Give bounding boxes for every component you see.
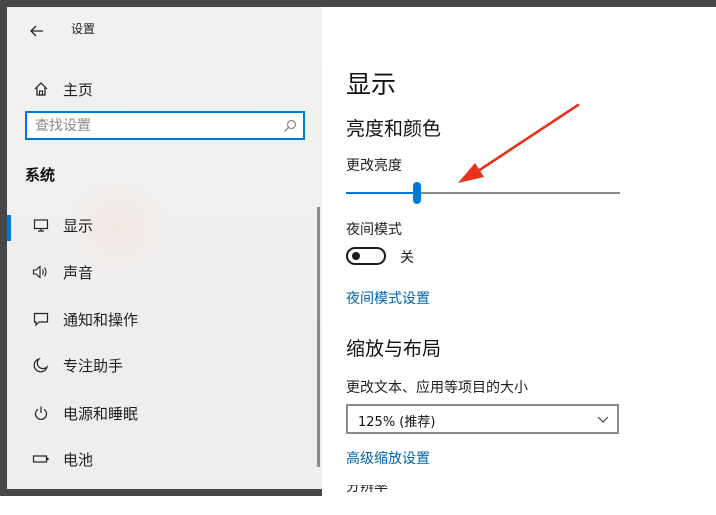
scale-dropdown-value: 125% (推荐) bbox=[358, 415, 436, 430]
search-icon[interactable] bbox=[283, 119, 297, 133]
home-icon bbox=[32, 80, 50, 98]
sidebar: 设置 主页 系统 bbox=[7, 7, 322, 489]
main-content: 显示 亮度和颜色 更改亮度 夜间模式 关 夜间模式设置 缩放与布局 更改文本、应… bbox=[322, 7, 716, 515]
moon-icon bbox=[32, 356, 50, 374]
brightness-slider-label: 更改亮度 bbox=[346, 158, 402, 174]
sidebar-item-label: 通知和操作 bbox=[63, 311, 139, 329]
page-title: 显示 bbox=[346, 70, 397, 99]
settings-window: 设置 主页 系统 bbox=[0, 0, 716, 515]
notification-icon bbox=[32, 310, 50, 328]
window-frame-bottom bbox=[0, 489, 322, 496]
sidebar-item-label: 声音 bbox=[63, 264, 94, 282]
night-light-settings-link[interactable]: 夜间模式设置 bbox=[346, 288, 430, 308]
scale-label: 更改文本、应用等项目的大小 bbox=[346, 380, 528, 396]
chevron-down-icon bbox=[597, 416, 609, 423]
night-light-label: 夜间模式 bbox=[346, 222, 402, 238]
sidebar-item-display[interactable]: 显示 bbox=[14, 205, 314, 245]
sidebar-item-label: 电池 bbox=[63, 451, 94, 469]
back-button[interactable] bbox=[25, 19, 49, 43]
brightness-slider[interactable] bbox=[346, 182, 620, 206]
selected-indicator bbox=[7, 215, 11, 241]
sidebar-item-power-sleep[interactable]: 电源和睡眠 bbox=[14, 393, 314, 433]
sidebar-item-label: 专注助手 bbox=[63, 357, 124, 375]
sidebar-item-focus-assist[interactable]: 专注助手 bbox=[14, 345, 314, 385]
section-title-system: 系统 bbox=[25, 166, 56, 184]
night-light-state: 关 bbox=[400, 250, 414, 266]
brightness-heading: 亮度和颜色 bbox=[346, 118, 442, 140]
app-title: 设置 bbox=[71, 22, 96, 36]
back-arrow-icon bbox=[30, 25, 43, 37]
sidebar-item-notifications[interactable]: 通知和操作 bbox=[14, 299, 314, 339]
outside-area bbox=[0, 496, 322, 515]
window-frame-left bbox=[0, 0, 7, 496]
advanced-scaling-link[interactable]: 高级缩放设置 bbox=[346, 448, 430, 468]
scale-dropdown[interactable]: 125% (推荐) bbox=[346, 404, 619, 434]
sidebar-scrollbar[interactable] bbox=[317, 207, 320, 467]
slider-thumb[interactable] bbox=[413, 182, 421, 204]
sidebar-item-label: 电源和睡眠 bbox=[63, 405, 139, 423]
toggle-knob bbox=[352, 252, 360, 260]
sidebar-item-battery[interactable]: 电池 bbox=[14, 439, 314, 479]
sidebar-item-home[interactable]: 主页 bbox=[14, 69, 314, 109]
power-icon bbox=[32, 404, 50, 422]
night-light-toggle[interactable] bbox=[346, 247, 386, 265]
resolution-label: 分辨率 bbox=[346, 485, 388, 495]
search-box[interactable] bbox=[25, 111, 305, 140]
window-frame-top bbox=[0, 0, 716, 7]
slider-fill bbox=[346, 192, 417, 194]
search-input[interactable] bbox=[35, 116, 275, 136]
monitor-icon bbox=[32, 216, 50, 234]
speaker-icon bbox=[32, 263, 50, 281]
resolution-label-text: 分辨率 bbox=[346, 485, 388, 495]
sidebar-item-label: 主页 bbox=[63, 81, 94, 99]
sidebar-item-label: 显示 bbox=[63, 217, 94, 235]
battery-icon bbox=[32, 450, 50, 468]
sidebar-item-sound[interactable]: 声音 bbox=[14, 252, 314, 292]
scale-layout-heading: 缩放与布局 bbox=[346, 338, 442, 360]
